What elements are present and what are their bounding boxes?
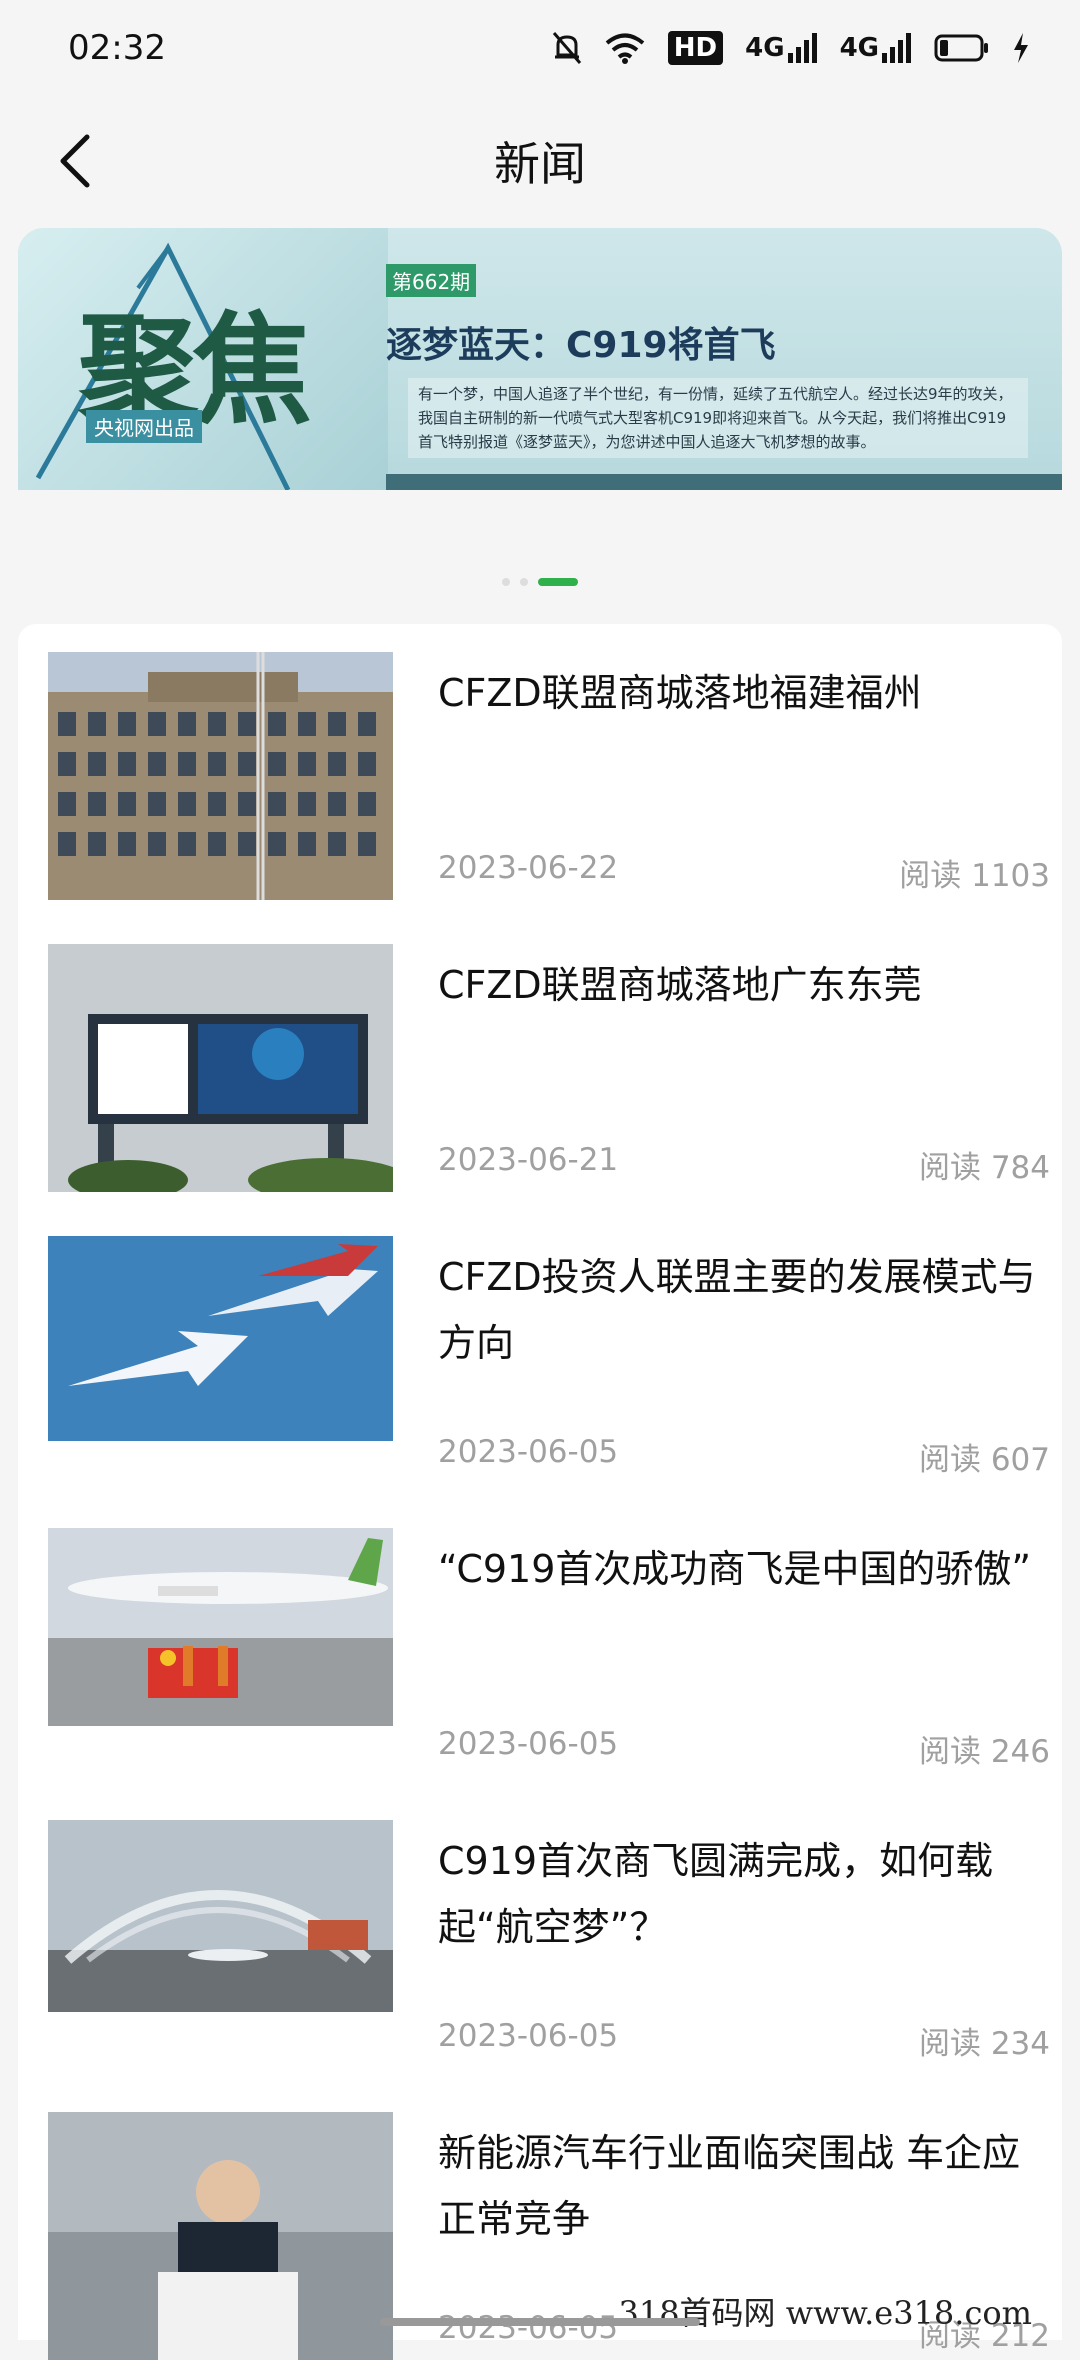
news-thumbnail-arrows bbox=[48, 1236, 393, 1441]
banner-brand: 央视网出品 bbox=[86, 410, 202, 443]
news-date: 2023-06-05 bbox=[438, 2310, 618, 2346]
news-title: 新能源汽车行业面临突围战 车企应正常竞争 bbox=[438, 2120, 1058, 2252]
banner-carousel[interactable]: 聚焦 央视网出品 第662期 逐梦蓝天：C919将首飞 有一个梦，中国人追逐了半… bbox=[18, 228, 1062, 490]
news-read-count: 阅读 1103 bbox=[899, 850, 1050, 895]
news-thumbnail-billboard bbox=[48, 944, 393, 1192]
news-thumbnail-water-salute bbox=[48, 1820, 393, 2012]
hd-icon: HD bbox=[668, 31, 723, 65]
home-indicator[interactable] bbox=[380, 2318, 700, 2326]
pager-dot-active[interactable] bbox=[538, 578, 578, 586]
news-item[interactable]: “C919首次成功商飞是中国的骄傲” 2023-06-05 阅读 246 bbox=[48, 1500, 1032, 1760]
wifi-icon bbox=[604, 32, 646, 64]
pager-dot[interactable] bbox=[502, 578, 510, 586]
signal-4g-icon: 4G bbox=[745, 33, 817, 63]
news-title: CFZD投资人联盟主要的发展模式与方向 bbox=[438, 1244, 1058, 1376]
pager-dot[interactable] bbox=[520, 578, 528, 586]
carousel-pager bbox=[0, 578, 1080, 586]
watermark: 318首码网 www.e318.com bbox=[618, 2288, 1032, 2334]
news-thumbnail-hotel bbox=[48, 652, 393, 900]
news-thumbnail-speaker bbox=[48, 2112, 393, 2360]
news-title: CFZD联盟商城落地福建福州 bbox=[438, 660, 1058, 726]
news-date: 2023-06-22 bbox=[438, 850, 618, 886]
news-date: 2023-06-05 bbox=[438, 1434, 618, 1470]
news-read-count: 阅读 234 bbox=[919, 2018, 1050, 2063]
news-date: 2023-06-05 bbox=[438, 2018, 618, 2054]
network-type-label: 4G bbox=[840, 33, 879, 63]
status-icons: HD 4G 4G bbox=[552, 31, 1030, 65]
news-read-count: 阅读 246 bbox=[919, 1726, 1050, 1771]
back-button[interactable] bbox=[40, 126, 110, 196]
status-time: 02:32 bbox=[68, 28, 166, 68]
news-read-count: 阅读 784 bbox=[919, 1142, 1050, 1187]
charging-icon bbox=[1012, 33, 1030, 63]
banner-left-panel: 聚焦 央视网出品 bbox=[18, 228, 388, 490]
banner-description: 有一个梦，中国人追逐了半个世纪，有一份情，延续了五代航空人。经过长达9年的攻关，… bbox=[408, 378, 1028, 458]
news-item[interactable]: CFZD投资人联盟主要的发展模式与方向 2023-06-05 阅读 607 bbox=[48, 1208, 1032, 1468]
mute-bell-icon bbox=[552, 31, 582, 65]
news-item[interactable]: C919首次商飞圆满完成，如何载起“航空梦”？ 2023-06-05 阅读 23… bbox=[48, 1792, 1032, 2052]
chevron-left-icon bbox=[55, 133, 95, 189]
news-list: CFZD联盟商城落地福建福州 2023-06-22 阅读 1103 CFZD联盟… bbox=[18, 624, 1062, 2340]
news-date: 2023-06-05 bbox=[438, 1726, 618, 1762]
network-type-label: 4G bbox=[745, 33, 784, 63]
news-read-count: 阅读 607 bbox=[919, 1434, 1050, 1479]
app-bar: 新闻 bbox=[0, 96, 1080, 226]
banner-bottom-bar bbox=[386, 474, 1062, 490]
page-title: 新闻 bbox=[494, 128, 586, 194]
banner-issue-badge: 第662期 bbox=[386, 264, 476, 297]
news-title: C919首次商飞圆满完成，如何载起“航空梦”？ bbox=[438, 1828, 1058, 1960]
battery-icon bbox=[934, 33, 990, 63]
news-date: 2023-06-21 bbox=[438, 1142, 618, 1178]
news-title: CFZD联盟商城落地广东东莞 bbox=[438, 952, 1058, 1018]
news-title: “C919首次成功商飞是中国的骄傲” bbox=[438, 1536, 1058, 1602]
news-item[interactable]: CFZD联盟商城落地福建福州 2023-06-22 阅读 1103 bbox=[48, 624, 1032, 884]
news-item[interactable]: CFZD联盟商城落地广东东莞 2023-06-21 阅读 784 bbox=[48, 916, 1032, 1176]
signal-4g-icon: 4G bbox=[840, 33, 912, 63]
news-thumbnail-plane bbox=[48, 1528, 393, 1726]
status-bar: 02:32 HD 4G 4G bbox=[0, 0, 1080, 96]
banner-headline: 逐梦蓝天：C919将首飞 bbox=[386, 316, 776, 368]
